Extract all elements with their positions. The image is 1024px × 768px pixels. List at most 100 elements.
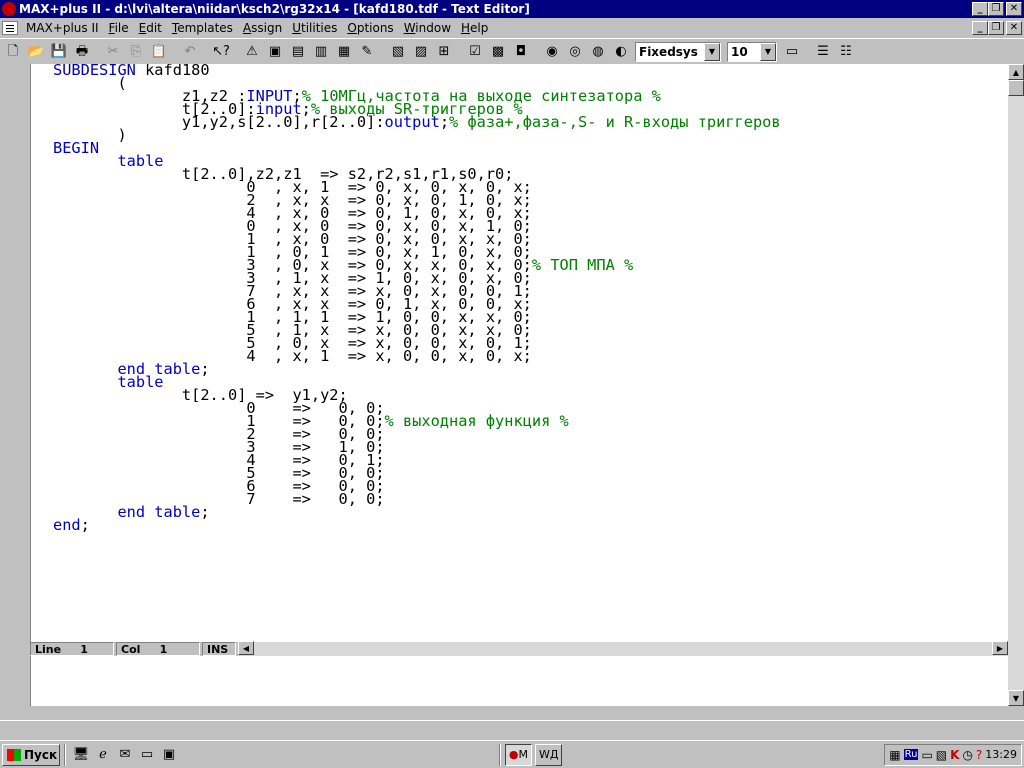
insert-mode-indicator: INS: [202, 642, 236, 656]
network-icon[interactable]: ▦: [889, 748, 900, 762]
menu-assign[interactable]: Assign: [238, 21, 287, 35]
monitor-icon[interactable]: ▭: [921, 748, 932, 762]
open-folder-icon[interactable]: 📂: [25, 41, 47, 63]
timing-icon[interactable]: ✎: [356, 41, 378, 63]
word-task-icon: W: [538, 748, 550, 761]
restore-button[interactable]: ❐: [988, 2, 1004, 16]
line-indicator: Line 1: [30, 642, 114, 656]
channels-icon[interactable]: ▭: [136, 744, 158, 766]
language-indicator[interactable]: Ru: [903, 749, 919, 760]
start-button[interactable]: Пуск: [2, 743, 60, 766]
task-word[interactable]: W Д: [534, 743, 563, 766]
indent-right-icon[interactable]: ☷: [835, 41, 857, 63]
minimize-button[interactable]: _: [972, 2, 988, 16]
print-icon[interactable]: 🖶: [71, 41, 93, 63]
font-name-select[interactable]: Fixedsys ▼: [635, 41, 721, 62]
chevron-down-icon[interactable]: ▼: [704, 42, 720, 61]
code-line[interactable]: end table;: [53, 504, 781, 519]
menu-window[interactable]: Window: [399, 21, 456, 35]
indent-left-icon[interactable]: ☰: [812, 41, 834, 63]
outlook-icon[interactable]: ✉: [114, 744, 136, 766]
scroll-left-icon[interactable]: ◀: [238, 641, 254, 655]
title-bar[interactable]: MAX+plus II - d:\lvi\altera\niidar\ksch2…: [0, 0, 1024, 18]
help-icon[interactable]: ?: [976, 748, 982, 762]
desktop: MAX+plus II - d:\lvi\altera\niidar\ksch2…: [0, 0, 1024, 768]
tray-app-icon[interactable]: ▧: [936, 748, 947, 762]
menu-utilities[interactable]: Utilities: [287, 21, 342, 35]
hierarchy-up-icon[interactable]: ▣: [264, 41, 286, 63]
cut-icon[interactable]: ✂: [102, 41, 124, 63]
font-name-value: Fixedsys: [639, 44, 698, 59]
internet-explorer-icon[interactable]: ℯ: [92, 744, 114, 766]
menu-help[interactable]: Help: [456, 21, 493, 35]
menu-edit[interactable]: Edit: [134, 21, 167, 35]
paste-icon[interactable]: 📋: [148, 41, 170, 63]
windows-logo-icon: [7, 748, 21, 761]
desktop-icon[interactable]: 🖥: [70, 744, 92, 766]
code-text: ;: [439, 113, 450, 131]
save-compile-icon[interactable]: ◘: [510, 41, 532, 63]
print-setup-icon[interactable]: ▭: [781, 41, 803, 63]
vertical-scrollbar[interactable]: ▲ ▼: [1008, 64, 1024, 706]
compiler-icon[interactable]: ▥: [310, 41, 332, 63]
doc-restore-button[interactable]: ❐: [988, 21, 1004, 35]
code-comment: % ТОП МПА %: [531, 256, 634, 274]
new-file-icon[interactable]: 🗋: [2, 41, 24, 63]
undo-icon[interactable]: ↶: [179, 41, 201, 63]
code-text: kafd180: [135, 64, 210, 79]
code-area[interactable]: SUBDESIGN kafd180 ( z1,z2 :INPUT;% 10МГц…: [53, 64, 781, 534]
code-keyword: output: [384, 113, 440, 131]
window-title: MAX+plus II - d:\lvi\altera\niidar\ksch2…: [19, 2, 530, 16]
menu-file[interactable]: File: [104, 21, 134, 35]
simulator-icon[interactable]: ▦: [333, 41, 355, 63]
code-comment: % выходная функция %: [384, 412, 569, 430]
warning-icon[interactable]: ⚠: [241, 41, 263, 63]
doc-minimize-button[interactable]: _: [972, 21, 988, 35]
text-editor[interactable]: SUBDESIGN kafd180 ( z1,z2 :INPUT;% 10МГц…: [30, 64, 1008, 706]
close-button[interactable]: ✕: [1006, 2, 1022, 16]
replace-icon[interactable]: ◎: [564, 41, 586, 63]
copy-icon[interactable]: ⎘: [125, 41, 147, 63]
scroll-up-icon[interactable]: ▲: [1008, 64, 1024, 80]
mdi-client: SUBDESIGN kafd180 ( z1,z2 :INPUT;% 10МГц…: [0, 64, 1024, 720]
menu-maxplus[interactable]: MAX+plus II: [21, 21, 104, 35]
toolbar: 🗋 📂 💾 🖶 ✂ ⎘ 📋 ↶ ↖? ⚠ ▣ ▤ ▥ ▦ ✎ ▧ ▨ ⊞ ☑ ▩…: [0, 38, 1024, 64]
taskbar: Пуск 🖥 ℯ ✉ ▭ ▣ ● M W Д ▦ Ru ▭ ▧ K ◷ ? 13…: [0, 740, 1024, 768]
far-manager-icon[interactable]: ▣: [158, 744, 180, 766]
find-next-icon[interactable]: ◍: [587, 41, 609, 63]
code-comment: % фаза+,фаза-,S- и R-входы триггеров: [449, 113, 781, 131]
clock[interactable]: 13:29: [985, 748, 1017, 761]
bookmark-icon[interactable]: ◐: [610, 41, 632, 63]
find-icon[interactable]: ◉: [541, 41, 563, 63]
project-name-icon[interactable]: ▧: [387, 41, 409, 63]
floorplan-icon[interactable]: ▤: [287, 41, 309, 63]
code-text: ;: [200, 360, 210, 378]
check-icon[interactable]: ☑: [464, 41, 486, 63]
doc-close-button[interactable]: ✕: [1006, 21, 1022, 35]
system-tray: ▦ Ru ▭ ▧ K ◷ ? 13:29: [884, 743, 1022, 766]
menu-options[interactable]: Options: [342, 21, 398, 35]
code-line[interactable]: SUBDESIGN kafd180: [53, 64, 781, 79]
col-indicator: Col 1: [116, 642, 200, 656]
maxplus-task-icon: ●: [508, 748, 519, 761]
scroll-thumb[interactable]: [1008, 80, 1024, 96]
project-save-icon[interactable]: ▨: [410, 41, 432, 63]
maxplus-app-icon[interactable]: [2, 2, 16, 16]
document-window-controls: _ ❐ ✕: [972, 21, 1022, 35]
horizontal-scrollbar[interactable]: ◀ ▶: [238, 641, 1024, 656]
save-check-icon[interactable]: ▩: [487, 41, 509, 63]
task-maxplus[interactable]: ● M: [504, 743, 532, 766]
kaspersky-icon[interactable]: K: [950, 748, 959, 762]
save-icon[interactable]: 💾: [48, 41, 70, 63]
clock-icon[interactable]: ◷: [962, 748, 972, 762]
chevron-down-icon[interactable]: ▼: [760, 42, 776, 61]
menu-templates[interactable]: Templates: [167, 21, 238, 35]
document-icon[interactable]: [2, 21, 18, 35]
hierarchy-display-icon[interactable]: ⊞: [433, 41, 455, 63]
context-help-icon[interactable]: ↖?: [210, 41, 232, 63]
code-text: ;: [80, 516, 90, 534]
scroll-right-icon[interactable]: ▶: [992, 641, 1008, 655]
code-line[interactable]: y1,y2,s[2..0],r[2..0]:output;% фаза+,фаз…: [53, 113, 781, 131]
font-size-select[interactable]: 10 ▼: [727, 41, 777, 62]
scroll-down-icon[interactable]: ▼: [1008, 690, 1024, 706]
